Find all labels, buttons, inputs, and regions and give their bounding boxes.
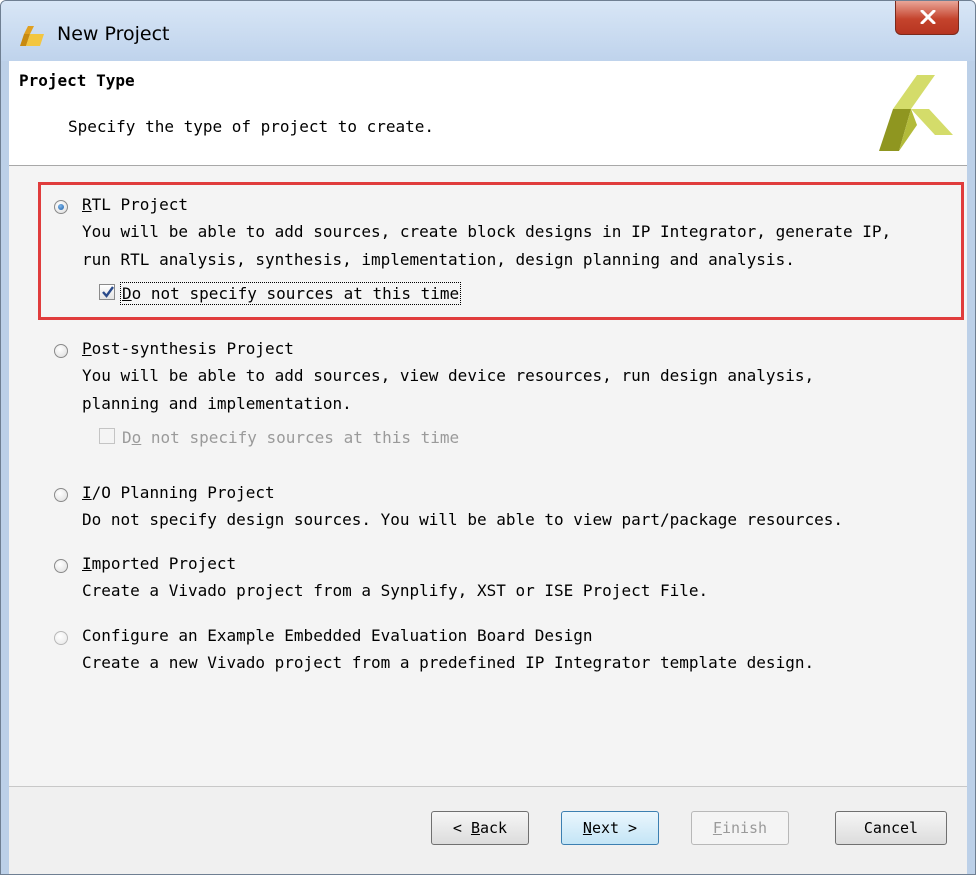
- rtl-project-label-text: TL Project: [91, 195, 188, 214]
- imported-project-label[interactable]: Imported Project: [82, 554, 236, 573]
- next-button[interactable]: Next >: [561, 811, 659, 845]
- imported-project-radio[interactable]: [54, 559, 68, 573]
- new-project-dialog: New Project Project Type Specify the typ…: [0, 0, 976, 875]
- page-subtitle: Specify the type of project to create.: [68, 117, 435, 136]
- cancel-button[interactable]: Cancel: [835, 811, 947, 845]
- post-synthesis-no-sources-label: Do not specify sources at this time: [122, 428, 459, 447]
- checkmark-icon: [102, 286, 114, 298]
- post-synthesis-radio[interactable]: [54, 344, 68, 358]
- dialog-client-area: Project Type Specify the type of project…: [9, 61, 967, 874]
- rtl-no-sources-label[interactable]: Do not specify sources at this time: [119, 282, 462, 305]
- post-synthesis-mnemonic: P: [82, 339, 92, 358]
- io-planning-mnemonic: I: [82, 483, 92, 502]
- page-title: Project Type: [19, 71, 135, 90]
- io-planning-description: Do not specify design sources. You will …: [82, 510, 843, 529]
- example-design-label[interactable]: Configure an Example Embedded Evaluation…: [82, 626, 593, 645]
- imported-project-label-text: mported Project: [91, 554, 237, 573]
- post-synthesis-no-sources-prefix: D: [122, 428, 132, 447]
- vivado-logo: [879, 75, 953, 151]
- example-design-radio[interactable]: [54, 631, 68, 645]
- post-synthesis-no-sources-checkbox[interactable]: [99, 428, 115, 444]
- post-synthesis-no-sources-text: not specify sources at this time: [141, 428, 460, 447]
- title-bar[interactable]: New Project: [1, 1, 975, 61]
- example-design-description: Create a new Vivado project from a prede…: [82, 653, 815, 672]
- rtl-project-mnemonic: R: [82, 195, 92, 214]
- close-button[interactable]: [895, 1, 959, 35]
- io-planning-label-text: /O Planning Project: [91, 483, 275, 502]
- next-button-mnemonic: N: [582, 819, 592, 837]
- back-button-prefix: <: [452, 819, 471, 837]
- io-planning-radio[interactable]: [54, 488, 68, 502]
- next-button-text: ext >: [591, 819, 638, 837]
- finish-button-mnemonic: F: [712, 819, 722, 837]
- project-type-options: RTL Project You will be able to add sour…: [9, 166, 967, 786]
- imported-project-description: Create a Vivado project from a Synplify,…: [82, 581, 709, 600]
- rtl-project-label[interactable]: RTL Project: [82, 195, 188, 214]
- post-synthesis-description-2: planning and implementation.: [82, 394, 352, 413]
- rtl-no-sources-mnemonic: D: [122, 284, 132, 303]
- finish-button-text: inish: [721, 819, 768, 837]
- post-synthesis-description-1: You will be able to add sources, view de…: [82, 366, 815, 385]
- post-synthesis-label-text: ost-synthesis Project: [91, 339, 294, 358]
- io-planning-label[interactable]: I/O Planning Project: [82, 483, 275, 502]
- vivado-icon: [20, 26, 44, 46]
- rtl-project-description-2: run RTL analysis, synthesis, implementat…: [82, 250, 795, 269]
- back-button-mnemonic: B: [470, 819, 480, 837]
- window-title: New Project: [57, 23, 170, 45]
- rtl-project-description-1: You will be able to add sources, create …: [82, 222, 892, 241]
- post-synthesis-label[interactable]: Post-synthesis Project: [82, 339, 294, 358]
- rtl-no-sources-text: o not specify sources at this time: [131, 284, 460, 303]
- back-button[interactable]: < Back: [431, 811, 529, 845]
- post-synthesis-no-sources-mnemonic: o: [131, 428, 142, 447]
- finish-button[interactable]: Finish: [691, 811, 789, 845]
- imported-project-mnemonic: I: [82, 554, 92, 573]
- close-icon: [920, 10, 936, 24]
- back-button-text: ack: [480, 819, 508, 837]
- example-design-label-text: Configure an Example Embedded Evaluation…: [82, 626, 593, 645]
- rtl-no-sources-checkbox[interactable]: [99, 284, 115, 300]
- rtl-project-radio[interactable]: [54, 200, 68, 214]
- wizard-header: Project Type Specify the type of project…: [9, 61, 967, 166]
- wizard-footer: < Back Next > Finish Cancel: [9, 786, 967, 874]
